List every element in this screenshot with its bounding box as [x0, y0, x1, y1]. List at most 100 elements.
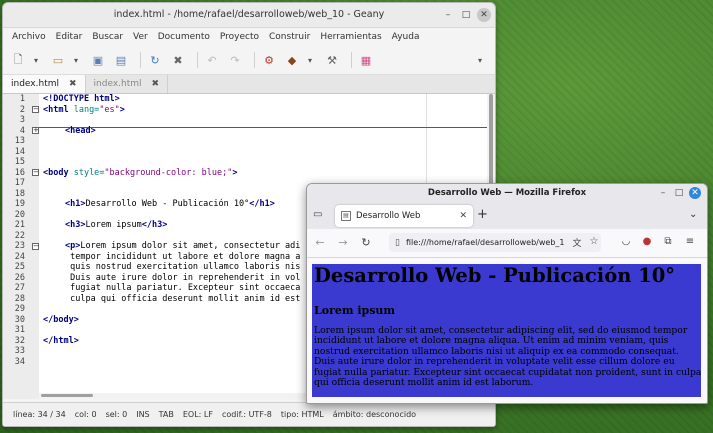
tab-close-icon[interactable]: ✖ — [69, 79, 77, 89]
open-folder-icon[interactable]: ▭ — [49, 51, 67, 69]
html-tag: <html — [43, 104, 69, 115]
line-number: 14 — [14, 146, 25, 157]
code-line: <h1>Desarrollo Web - Publicación 10°</h1… — [65, 199, 275, 210]
file-icon: ▯ — [395, 237, 400, 248]
attr: style= — [68, 167, 105, 178]
line-number: 13 — [14, 136, 25, 146]
toolbar-overflow-icon[interactable]: ▾ — [476, 51, 484, 69]
forward-icon[interactable]: → — [336, 236, 350, 249]
reload-icon[interactable]: ↻ — [146, 51, 164, 69]
h3-open: <h3> — [65, 220, 86, 230]
tab-label: index.html — [11, 79, 59, 89]
minimize-icon[interactable]: – — [657, 187, 669, 199]
compile-icon[interactable]: ⚙ — [260, 51, 278, 69]
tab-list-icon[interactable]: ▭ — [313, 209, 322, 220]
line-number: 27 — [14, 283, 25, 293]
maximize-icon[interactable]: □ — [459, 8, 473, 22]
status-scope: ámbito: desconocido — [332, 410, 417, 419]
save-all-icon[interactable]: ▤ — [112, 51, 130, 69]
body-tag: <body — [43, 167, 69, 178]
fold-toggle-icon[interactable]: − — [32, 169, 39, 176]
line-number: 21 — [14, 220, 25, 230]
status-eol: EOL: LF — [182, 410, 213, 419]
firefox-titlebar[interactable]: Desarrollo Web — Mozilla Firefox – □ ✕ — [307, 184, 707, 203]
minimize-icon[interactable]: – — [441, 8, 455, 22]
line-number: 3 — [19, 115, 25, 125]
close-icon[interactable]: ✕ — [689, 187, 701, 199]
status-tab: TAB — [158, 410, 174, 419]
open-dropdown-icon[interactable]: ▾ — [72, 51, 80, 69]
line-number: 25 — [14, 262, 25, 272]
line-number: 23 — [14, 241, 25, 251]
menu-editar[interactable]: Editar — [56, 32, 83, 42]
chevron-down-icon[interactable]: ⌄ — [689, 209, 697, 220]
code-line: tempor incididunt ut labore et dolore ma… — [65, 251, 301, 262]
line-number: 24 — [14, 251, 25, 262]
page-subheading: Lorem ipsum — [314, 304, 396, 317]
head-tag: <head> — [65, 125, 96, 136]
menu-ayuda[interactable]: Ayuda — [392, 32, 420, 42]
translate-icon[interactable]: 文 — [570, 236, 584, 249]
new-file-dropdown-icon[interactable]: ▾ — [32, 51, 40, 69]
line-number: 1 — [19, 94, 25, 104]
code-line: Duis aute irure dolor in reprehenderit i… — [65, 272, 301, 283]
close-file-icon[interactable]: ✖ — [169, 51, 187, 69]
tab-close-icon[interactable]: ✖ — [152, 79, 160, 89]
menu-buscar[interactable]: Buscar — [92, 32, 123, 42]
page-heading: Desarrollo Web - Publicación 10° — [314, 264, 676, 287]
line-number: 32 — [14, 335, 25, 346]
close-icon[interactable]: ✕ — [477, 8, 491, 22]
code-line: </body> — [43, 315, 79, 326]
status-sel: sel: 0 — [105, 410, 128, 419]
geany-titlebar[interactable]: index.html - /home/rafael/desarrolloweb/… — [3, 3, 495, 28]
extensions-icon[interactable]: ⧉ — [661, 236, 675, 247]
tab-label: index.html — [93, 79, 142, 89]
new-file-icon[interactable]: 🗋 — [9, 51, 27, 69]
reload-icon[interactable]: ↻ — [359, 236, 373, 249]
line-number: 29 — [14, 304, 25, 314]
menu-herramientas[interactable]: Herramientas — [320, 32, 381, 42]
url-text: file:///home/rafael/desarrolloweb/web_1 — [405, 238, 565, 247]
color-chooser-icon[interactable]: ▦ — [357, 51, 375, 69]
menu-ver[interactable]: Ver — [133, 32, 148, 42]
fold-toggle-icon[interactable]: + — [32, 127, 39, 134]
line-number: 2 — [19, 104, 25, 115]
menu-archivo[interactable]: Archivo — [12, 32, 46, 42]
maximize-icon[interactable]: □ — [673, 187, 685, 199]
save-icon[interactable]: ▣ — [89, 51, 107, 69]
menu-documento[interactable]: Documento — [158, 32, 210, 42]
code-line: quis nostrud exercitation ullamco labori… — [65, 262, 301, 272]
tab-index-html-1[interactable]: index.html ✖ — [3, 75, 86, 93]
code-line: <body style="background-color: blue;"> — [43, 168, 237, 179]
menu-proyecto[interactable]: Proyecto — [220, 32, 259, 42]
run-icon[interactable]: ⚒ — [323, 51, 341, 69]
line-number: 15 — [14, 157, 25, 167]
menu-construir[interactable]: Construir — [269, 32, 310, 42]
fold-toggle-icon[interactable]: − — [32, 243, 39, 250]
new-tab-icon[interactable]: + — [477, 207, 488, 222]
status-ins: INS — [136, 410, 150, 419]
bookmark-star-icon[interactable]: ☆ — [587, 236, 601, 247]
pocket-icon[interactable]: ◡ — [619, 236, 633, 247]
back-icon[interactable]: ← — [313, 236, 327, 249]
tab-index-html-2[interactable]: index.html ✖ — [86, 75, 169, 93]
fold-line-marker — [39, 127, 487, 128]
undo-icon[interactable]: ↶ — [203, 51, 221, 69]
build-icon[interactable]: ◆ — [283, 51, 301, 69]
menu-hamburger-icon[interactable]: ≡ — [683, 236, 697, 247]
p-open: <p> — [65, 241, 81, 251]
firefox-window-title: Desarrollo Web — Mozilla Firefox — [427, 188, 587, 198]
tag-end: > — [232, 167, 238, 178]
html-close: </html> — [43, 335, 79, 346]
build-dropdown-icon[interactable]: ▾ — [306, 51, 314, 69]
tab-close-icon[interactable]: ✕ — [459, 211, 467, 221]
extension-badge-icon[interactable]: ● — [640, 236, 654, 247]
status-encoding: codif.: UTF-8 — [221, 410, 272, 419]
firefox-tab-strip: ▭ ▤ Desarrollo Web ✕ + ⌄ — [307, 203, 707, 229]
fold-toggle-icon[interactable]: − — [32, 106, 39, 113]
page-favicon-icon: ▤ — [341, 211, 351, 221]
redo-icon[interactable]: ↷ — [226, 51, 244, 69]
h3-close: </h3> — [141, 220, 168, 230]
web-page-viewport: Desarrollo Web - Publicación 10° Lorem i… — [312, 264, 701, 397]
tab-desarrollo-web[interactable]: ▤ Desarrollo Web ✕ — [335, 205, 473, 227]
